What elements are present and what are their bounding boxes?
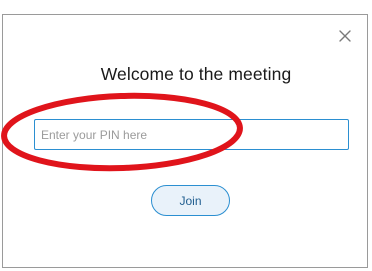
top-strip (0, 0, 372, 14)
join-button[interactable]: Join (151, 185, 230, 216)
pin-input[interactable] (34, 119, 349, 150)
dialog-title: Welcome to the meeting (100, 64, 292, 84)
close-icon[interactable] (335, 26, 355, 46)
